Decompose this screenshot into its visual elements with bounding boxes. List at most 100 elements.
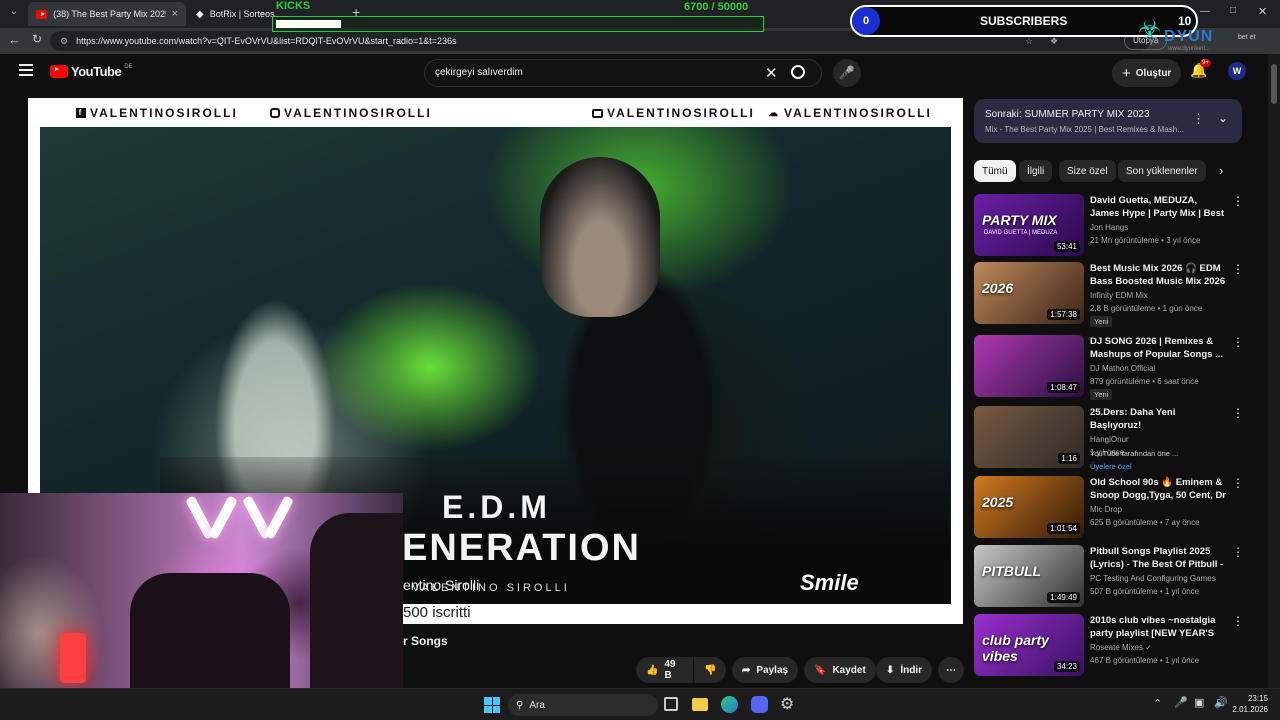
recommendation-item[interactable]: club party vibes 34:23 2010s club vibes ~n… [974,614,1244,678]
recommendation-item[interactable]: PITBULL 1:49:49 Pitbull Songs Playlist 202… [974,545,1244,609]
edge-icon[interactable] [721,696,738,713]
video-thumbnail[interactable]: PARTY MIX DAVID GUETTA | MEDUZA 53:41 [974,194,1084,256]
more-vertical-icon[interactable]: ⋮ [1232,545,1244,559]
tab-list-chevron-icon[interactable]: ⌄ [6,6,22,22]
more-vertical-icon[interactable]: ⋮ [1192,111,1205,127]
tray-chevron-icon[interactable]: ⌃ [1153,697,1162,710]
channel-name[interactable]: Jon Hangs [1090,223,1128,232]
video-thumbnail[interactable]: PITBULL 1:49:49 [974,545,1084,607]
view-meta: 507 B görüntüleme • 1 yıl önce [1090,587,1200,596]
video-thumbnail[interactable]: 1:16 [974,406,1084,468]
discord-icon[interactable] [751,696,768,713]
thumbnail-text: PARTY MIX [982,212,1057,228]
share-button[interactable]: ➦ Paylaş [732,657,799,683]
channel-name[interactable]: DJ Mathon Official [1090,364,1155,373]
banner-facebook: f VALENTINOSIROLLI [76,106,238,120]
recommendation-item[interactable]: 2025 1:01:54 Old School 90s 🔥 Eminem & Sno… [974,476,1244,540]
site-info-icon[interactable]: ⚙ [60,36,68,47]
recommendation-item[interactable]: 1:16 25.Ders: Daha Yeni Başlıyoruz! HangiO… [974,406,1244,471]
more-vertical-icon[interactable]: ⋮ [1232,614,1244,628]
video-title[interactable]: Pitbull Songs Playlist 2025 (Lyrics) - T… [1090,545,1228,571]
search-icon[interactable] [791,65,805,79]
video-thumbnail[interactable]: 1:08:47 [974,335,1084,397]
channel-name[interactable]: Mic Drop [1090,505,1122,514]
chip-related[interactable]: İlgili [1019,160,1053,182]
video-thumbnail[interactable]: 2026 1:57:38 [974,262,1084,324]
recommendation-item[interactable]: 1:08:47 DJ SONG 2026 | Remixes & Mashups … [974,335,1244,400]
task-view-icon[interactable] [664,697,678,711]
video-title[interactable]: DJ SONG 2026 | Remixes & Mashups of Popu… [1090,335,1228,361]
video-title[interactable]: 25.Ders: Daha Yeni Başlıyoruz! [1090,406,1228,432]
video-thumbnail[interactable]: club party vibes 34:23 [974,614,1084,676]
page-scrollbar[interactable] [1268,54,1280,688]
notifications-button[interactable]: 🔔 9+ [1190,59,1211,80]
avatar[interactable]: W [1228,62,1246,80]
video-title[interactable]: 2010s club vibes ~nostalgia party playli… [1090,614,1228,640]
chip-for-you[interactable]: Size özel [1059,160,1116,182]
search-box[interactable]: çekirgeyi salıverdim ✕ [424,59,822,87]
more-vertical-icon[interactable]: ⋮ [1232,194,1244,208]
like-button[interactable]: 👍 49 B [636,657,693,683]
download-button[interactable]: ⬇ İndir [876,657,933,683]
youtube-logo[interactable]: YouTube DE [50,64,133,79]
microphone-icon: 🎤 [838,65,856,80]
video-thumbnail[interactable]: 2025 1:01:54 [974,476,1084,538]
bookmark-star-icon[interactable]: ☆ [1025,36,1033,47]
more-vertical-icon[interactable]: ⋮ [1232,406,1244,420]
recommendation-item[interactable]: PARTY MIX DAVID GUETTA | MEDUZA 53:41 David… [974,194,1244,258]
search-input[interactable]: çekirgeyi salıverdim [435,67,523,78]
view-meta: 2,8 B görüntüleme • 1 gün önce [1090,304,1203,313]
save-label: Kaydet [832,664,866,676]
save-button[interactable]: 🔖 Kaydet [804,657,876,683]
facebook-icon: f [76,108,86,118]
banner-youtube: VALENTINOSIROLLI [592,106,755,120]
microphone-tray-icon[interactable]: 🎤 [1174,696,1188,709]
more-vertical-icon[interactable]: ⋮ [1232,262,1244,276]
recommendation-item[interactable]: 2026 1:57:38 Best Music Mix 2026 🎧 EDM Bas… [974,262,1244,327]
tab-youtube[interactable]: (38) The Best Party Mix 2025 | × [28,2,186,26]
chip-all[interactable]: Tümü [974,160,1016,182]
start-button[interactable] [484,697,500,713]
channel-name[interactable]: PC Testing And Configuring Games [1090,574,1216,583]
channel-name[interactable]: Infinity EDM Mix [1090,291,1148,300]
settings-icon[interactable]: ⚙ [780,694,794,714]
chevron-down-icon[interactable]: ⌄ [1218,111,1228,125]
voice-search-button[interactable]: 🎤 [833,59,861,87]
video-title-line1: E.D.M [442,489,551,525]
thumbnail-text: 2026 [982,280,1014,296]
video-title[interactable]: David Guetta, MEDUZA, James Hype | Party… [1090,194,1228,220]
create-button[interactable]: + Oluştur [1112,59,1182,87]
channel-name[interactable]: Roseate Mixes ✓ [1090,643,1152,652]
taskbar-search[interactable]: ⚲ Ara [508,694,658,716]
display-tray-icon[interactable]: ▣ [1194,696,1204,709]
banner-name-text: VALENTINOSIROLLI [284,106,432,120]
file-explorer-icon[interactable] [692,698,708,711]
banner-name-text: VALENTINOSIROLLI [607,106,755,120]
windows-taskbar: ⚲ Ara ⚙ ⌃ 🎤 ▣ 🔊 23:15 2.01.2026 [0,688,1280,720]
dislike-button[interactable]: 👎 [694,657,726,683]
channel-name[interactable]: HangiOnur [1090,435,1129,444]
more-actions-button[interactable]: ⋯ [938,657,964,683]
volume-tray-icon[interactable]: 🔊 [1214,696,1228,709]
extensions-icon[interactable]: ❖ [1050,36,1058,47]
clock[interactable]: 23:15 2.01.2026 [1228,693,1268,715]
menu-icon[interactable] [19,64,33,76]
video-title[interactable]: Old School 90s 🔥 Eminem & Snoop Dogg,Tyg… [1090,476,1228,502]
more-vertical-icon[interactable]: ⋮ [1232,476,1244,490]
reload-icon[interactable]: ↻ [32,32,42,46]
close-tab-icon[interactable]: × [172,8,178,20]
chip-recent[interactable]: Son yüklenenler [1118,160,1206,182]
tab-botrix[interactable]: ◆ BotRix | Sorteos [188,2,275,26]
chips-next-chevron-icon[interactable]: › [1219,163,1223,178]
plus-icon: + [1122,64,1131,82]
clear-search-icon[interactable]: ✕ [765,64,778,82]
autoplay-next-panel[interactable]: Sonraki: SUMMER PARTY MIX 2023 Mix - The… [974,99,1242,143]
back-icon[interactable]: ← [8,32,21,47]
more-vertical-icon[interactable]: ⋮ [1232,335,1244,349]
duration-badge: 1:49:49 [1047,592,1080,603]
video-title[interactable]: Best Music Mix 2026 🎧 EDM Bass Boosted M… [1090,262,1228,288]
clock-date: 2.01.2026 [1232,705,1268,714]
notification-count-badge: 9+ [1200,59,1211,67]
scrollbar-thumb[interactable] [1271,64,1277,104]
duration-badge: 1:01:54 [1047,523,1080,534]
